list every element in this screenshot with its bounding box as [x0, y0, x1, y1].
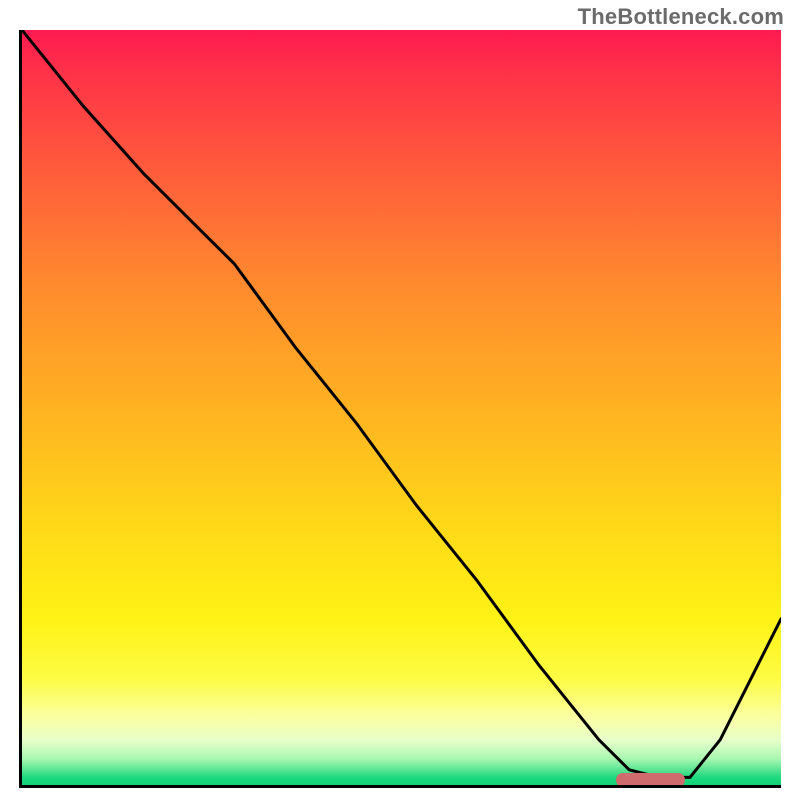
bottleneck-curve — [22, 30, 781, 785]
chart-area — [19, 30, 781, 788]
watermark-text: TheBottleneck.com — [578, 4, 784, 30]
optimal-range-marker — [616, 773, 685, 787]
